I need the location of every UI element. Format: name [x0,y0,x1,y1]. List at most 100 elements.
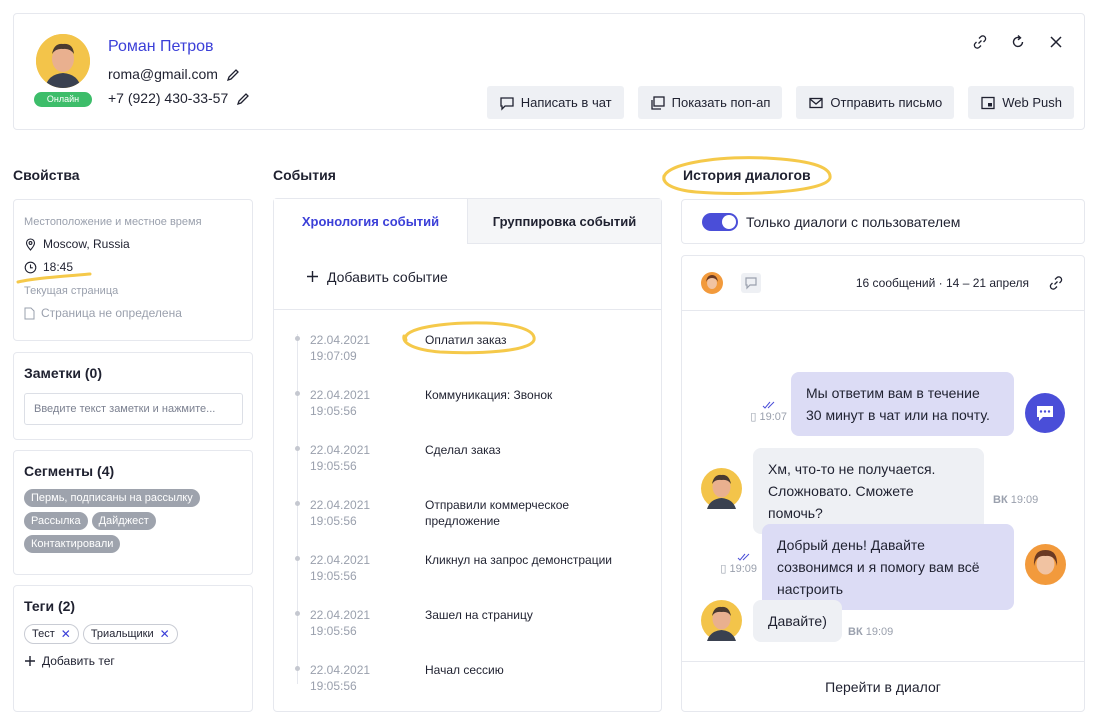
vk-icon: ВК [993,494,1008,506]
add-event-button[interactable]: Добавить событие [274,244,661,310]
location-city-row: Moscow, Russia [24,237,242,251]
event-dot [295,336,300,341]
refresh-icon[interactable] [1008,32,1028,52]
add-tag-label: Добавить тег [42,654,115,668]
event-time: 19:05:56 [310,459,357,473]
current-page-title: Текущая страница [24,285,119,297]
show-popup-label: Показать поп-ап [671,95,771,110]
mail-icon [809,97,824,108]
write-chat-button[interactable]: Написать в чат [486,86,624,119]
event-text: Начал сессию [425,663,504,677]
tab-grouping[interactable]: Группировка событий [467,199,661,244]
segment-chip[interactable]: Пермь, подписаны на рассылку [24,489,200,507]
event-date: 22.04.2021 [310,333,371,347]
link-icon[interactable] [1048,275,1064,291]
segment-chip[interactable]: Дайджест [91,512,156,530]
current-page-value: Страница не определена [41,306,182,320]
user-phone-text: +7 (922) 430-33-57 [108,90,229,106]
location-city: Moscow, Russia [43,237,130,251]
show-popup-button[interactable]: Показать поп-ап [637,86,783,119]
event-item[interactable]: 22.04.2021 19:05:56 Зашел на страницу [274,599,661,654]
tag-label: Тест [32,628,55,640]
write-chat-label: Написать в чат [520,95,612,110]
segment-chip[interactable]: Контактировали [24,535,121,553]
events-panel: Хронология событий Группировка событий Д… [273,198,662,712]
online-status-badge: Онлайн [34,92,92,107]
remove-tag-icon[interactable]: ✕ [160,627,170,641]
event-date: 22.04.2021 [310,663,371,677]
read-check-icon [762,401,775,409]
event-time: 19:05:56 [310,404,357,418]
event-item[interactable]: 22.04.2021 19:05:56 Отправили коммерческо… [274,489,661,544]
dialog-filter-panel: Только диалоги с пользователем [681,199,1085,244]
segment-chips: Пермь, подписаны на рассылку Рассылка Да… [24,489,242,553]
user-email-text: roma@gmail.com [108,66,218,82]
web-push-button[interactable]: Web Push [968,86,1074,119]
close-icon[interactable] [1046,32,1066,52]
operator-message: Добрый день! Давайте созвонимся и я помо… [762,524,1014,610]
edit-email-icon[interactable] [226,68,240,82]
message-meta: ▯ 19:09 [702,552,757,575]
event-dot [295,556,300,561]
tag-list: Тест ✕ Триальщики ✕ [24,624,242,644]
tags-title: Теги (2) [24,598,76,614]
push-icon [981,96,995,109]
event-item[interactable]: 22.04.2021 19:07:09 Оплатил заказ [274,324,661,379]
event-date: 22.04.2021 [310,388,371,402]
go-to-dialog-button[interactable]: Перейти в диалог [682,661,1084,711]
notes-panel: Заметки (0) [13,352,253,440]
event-item[interactable]: 22.04.2021 19:05:56 Начал сессию [274,654,661,709]
event-datetime: 22.04.2021 19:05:56 [310,552,370,584]
event-datetime: 22.04.2021 19:05:56 [310,442,370,474]
location-time: 18:45 [43,260,74,274]
send-email-button[interactable]: Отправить письмо [796,86,955,119]
link-icon[interactable] [970,32,990,52]
event-time: 19:05:56 [310,624,357,638]
event-item[interactable]: 22.04.2021 19:05:56 Коммуникация: Звонок [274,379,661,434]
edit-phone-icon[interactable] [236,92,250,106]
tag-item: Тест ✕ [24,624,79,644]
event-dot [295,446,300,451]
operator-bot-avatar-icon [1025,393,1065,433]
location-time-row: 18:45 [24,260,242,274]
user-avatar-icon[interactable] [701,272,723,294]
tab-chronology[interactable]: Хронология событий [274,199,467,244]
segment-chip[interactable]: Рассылка [24,512,88,530]
user-photo-icon [36,34,90,88]
note-input[interactable] [24,393,243,425]
event-text: Кликнул на запрос демонстрации [425,553,612,567]
event-datetime: 22.04.2021 19:05:56 [310,662,370,694]
add-event-label: Добавить событие [327,268,448,285]
user-dialogs-toggle-label: Только диалоги с пользователем [746,213,961,230]
chat-channel-icon[interactable] [741,273,761,293]
dialog-meta: 16 сообщений · 14 – 21 апреля [855,276,1029,290]
event-time: 19:05:56 [310,514,357,528]
event-text: Отправили коммерческое предложение [425,498,570,528]
location-panel: Местоположение и местное время Moscow, R… [13,199,253,341]
user-dialogs-toggle[interactable] [702,212,738,231]
event-item[interactable]: 22.04.2021 19:05:56 Сделал заказ [274,434,661,489]
event-time: 19:05:56 [310,679,357,693]
user-email: roma@gmail.com [108,66,240,82]
events-title: События [273,167,336,183]
event-date: 22.04.2021 [310,608,371,622]
event-dot [295,611,300,616]
location-title: Местоположение и местное время [24,216,202,228]
message-time: 19:09 [865,626,894,638]
plus-icon [25,656,35,666]
event-item[interactable]: 22.04.2021 19:05:56 Кликнул на запрос дем… [274,544,661,599]
remove-tag-icon[interactable]: ✕ [61,627,71,641]
event-text: Зашел на страницу [425,608,533,622]
event-time: 19:07:09 [310,349,357,363]
operator-avatar-icon [1025,544,1066,585]
message-meta: ВК 19:09 [848,626,893,638]
dialog-history-panel: 16 сообщений · 14 – 21 апреля Мы ответим… [681,255,1085,712]
add-tag-button[interactable]: Добавить тег [24,654,242,668]
event-datetime: 22.04.2021 19:05:56 [310,607,370,639]
event-text: Коммуникация: Звонок [425,388,553,402]
tag-item: Триальщики ✕ [82,624,178,644]
event-text: Сделал заказ [425,443,501,457]
event-time: 19:05:56 [310,569,357,583]
current-page-row: Страница не определена [24,306,242,320]
user-name[interactable]: Роман Петров [108,38,214,56]
